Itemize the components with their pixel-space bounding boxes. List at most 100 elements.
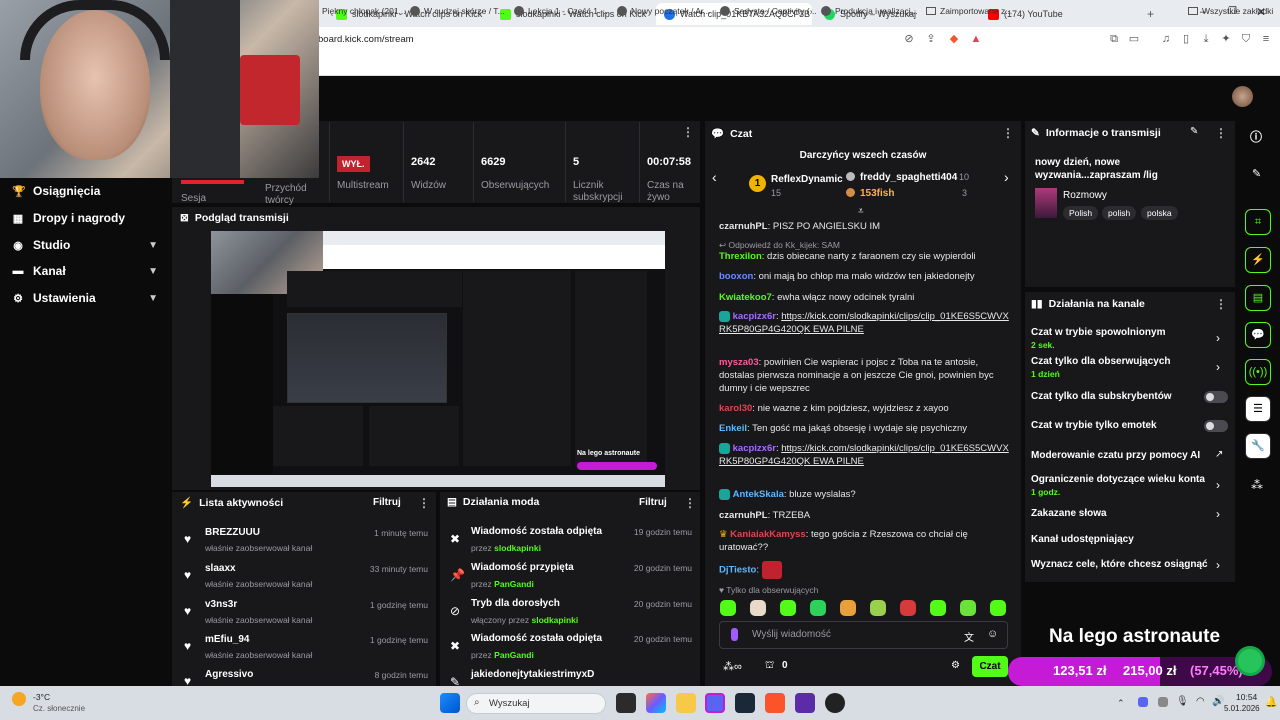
emote-icon[interactable] xyxy=(810,600,826,616)
edit-icon[interactable]: ✎ xyxy=(1190,126,1198,137)
filter-button[interactable]: Filtruj xyxy=(373,497,401,508)
emote-icon[interactable] xyxy=(780,600,796,616)
emote-icon[interactable] xyxy=(750,600,766,616)
obs-icon[interactable] xyxy=(825,693,845,713)
chevron-right-icon[interactable]: › xyxy=(1004,169,1009,185)
share-icon[interactable]: ⇪ xyxy=(925,33,937,45)
subscribers-only-toggle[interactable] xyxy=(1204,391,1228,403)
apps-icon[interactable]: ⁂ xyxy=(1251,478,1263,492)
slow-mode-setting[interactable]: Czat w trybie spowolnionym 2 sek. xyxy=(1031,327,1231,350)
menu-icon[interactable]: ≡ xyxy=(1260,33,1272,45)
category-name[interactable]: Rozmowy xyxy=(1063,190,1107,201)
microphone-icon[interactable]: 🎙 xyxy=(1176,696,1189,707)
notification-icon[interactable]: 🔔 xyxy=(1265,697,1277,708)
discord-icon[interactable] xyxy=(705,693,725,713)
windows-start-icon[interactable] xyxy=(440,693,460,713)
edit-icon[interactable]: ✎ xyxy=(1252,167,1261,180)
emote-icon[interactable] xyxy=(960,600,976,616)
vpn-icon[interactable]: ⛉ xyxy=(1240,33,1252,45)
sidebar-item-settings[interactable]: ⚙ Ustawienia ▼ xyxy=(12,291,162,305)
document-icon[interactable]: ▤ xyxy=(1245,285,1271,311)
clip-icon[interactable]: ⌗ xyxy=(1245,209,1271,235)
banned-words-setting[interactable]: Zakazane słowa xyxy=(1031,508,1231,519)
task-view-icon[interactable] xyxy=(616,693,636,713)
mic-icon[interactable] xyxy=(731,628,738,641)
wifi-icon[interactable]: ◠ xyxy=(1196,696,1205,707)
goals-setting[interactable]: Wyznacz cele, które chcesz osiągnąć xyxy=(1031,559,1231,570)
media-icon[interactable]: ♫ xyxy=(1160,33,1172,45)
bookmark[interactable]: Nowy początek / Ar... xyxy=(617,6,710,16)
chevron-right-icon[interactable]: › xyxy=(1216,507,1220,521)
sharing-channel-setting[interactable]: Kanał udostępniający xyxy=(1031,534,1231,545)
clock-date[interactable]: 5.01.2026 xyxy=(1224,704,1260,713)
emote-icon[interactable] xyxy=(930,600,946,616)
tray-app-icon[interactable] xyxy=(1138,697,1148,707)
translate-icon[interactable]: 文 xyxy=(964,629,974,644)
account-age-setting[interactable]: Ograniczenie dotyczące wieku konta 1 godz… xyxy=(1031,474,1231,497)
more-options-icon[interactable]: ⋮ xyxy=(1002,126,1014,140)
steam-icon[interactable] xyxy=(735,693,755,713)
ai-moderation-setting[interactable]: Moderowanie czatu przy pomocy AI xyxy=(1031,450,1231,461)
pinned-icon[interactable]: ⩡ xyxy=(858,206,864,217)
sidebar-item-drops[interactable]: ▦ Dropy i nagrody xyxy=(12,211,162,225)
tag[interactable]: polish xyxy=(1102,206,1137,220)
taskbar-search[interactable] xyxy=(466,693,606,714)
emote-icon[interactable] xyxy=(870,600,886,616)
emote-icon[interactable] xyxy=(990,600,1006,616)
emote-icon[interactable] xyxy=(840,600,856,616)
extensions-icon[interactable]: ⧉ xyxy=(1108,33,1120,45)
wrench-icon[interactable]: 🔧 xyxy=(1245,433,1271,459)
chevron-right-icon[interactable]: › xyxy=(1216,558,1220,572)
tag[interactable]: polska xyxy=(1141,206,1178,220)
tray-app-icon[interactable] xyxy=(1158,697,1168,707)
gear-icon[interactable]: ⚙ xyxy=(951,660,960,671)
gift-icon[interactable]: ⛫ xyxy=(765,660,774,673)
followers-only-setting[interactable]: Czat tylko dla obserwujących 1 dzień xyxy=(1031,356,1231,379)
bookmark[interactable]: Lekcja 1 - Część 1 -... xyxy=(514,6,610,16)
download-icon[interactable]: ⤓ xyxy=(1200,33,1212,45)
stream-preview[interactable]: Na lego astronaute xyxy=(211,231,665,487)
brave-rewards-icon[interactable]: ▲ xyxy=(970,33,982,45)
info-icon[interactable]: ⓘ xyxy=(1250,128,1262,145)
infinity-icon[interactable]: ⁂∞ xyxy=(723,660,742,673)
mod-tools-icon[interactable]: ☰ xyxy=(1245,396,1271,422)
filter-button[interactable]: Filtruj xyxy=(639,497,667,508)
new-tab-icon[interactable]: + xyxy=(1147,7,1154,21)
tray-chevron-icon[interactable]: ⌃ xyxy=(1117,698,1125,709)
weather-temp[interactable]: -3°C xyxy=(33,692,50,702)
brave-shield-icon[interactable]: ◆ xyxy=(948,33,960,45)
mute-tab-icon[interactable]: ⊘ xyxy=(903,33,915,45)
send-chat-button[interactable]: Czat xyxy=(972,656,1008,677)
all-bookmarks[interactable]: Wszystkie zakładki xyxy=(1188,6,1273,16)
emote-only-toggle[interactable] xyxy=(1204,420,1228,432)
chevron-right-icon[interactable]: › xyxy=(1216,478,1220,492)
chevron-right-icon[interactable]: › xyxy=(1216,360,1220,374)
reading-list-icon[interactable]: ▯ xyxy=(1180,33,1192,45)
sidebar-icon[interactable]: ▭ xyxy=(1128,33,1140,45)
tag[interactable]: Polish xyxy=(1063,206,1099,220)
emote-icon[interactable] xyxy=(720,600,736,616)
chat-bubble-icon[interactable]: 💬 xyxy=(1245,322,1271,348)
broadcast-icon[interactable]: ((•)) xyxy=(1245,359,1271,385)
chevron-right-icon[interactable]: › xyxy=(1216,331,1220,345)
more-options-icon[interactable]: ⋮ xyxy=(684,496,696,510)
sidebar-item-studio[interactable]: ◉ Studio ▼ xyxy=(12,238,162,252)
bookmark[interactable]: Piękny chłopak (201... xyxy=(322,6,406,16)
sidebar-item-channel[interactable]: ▬ Kanał ▼ xyxy=(12,264,162,278)
leo-ai-icon[interactable]: ✦ xyxy=(1220,33,1232,45)
external-link-icon[interactable]: ↗ xyxy=(1215,449,1223,460)
avatar[interactable] xyxy=(1232,86,1253,107)
bookmark[interactable]: Sadysta / Captivity (... xyxy=(720,6,817,16)
bolt-icon[interactable]: ⚡ xyxy=(1245,247,1271,273)
bookmark[interactable]: Produkcja i realizacj... xyxy=(821,6,918,16)
app-icon[interactable] xyxy=(795,693,815,713)
url-input[interactable]: board.kick.com/stream xyxy=(312,30,1102,49)
copilot-icon[interactable] xyxy=(646,693,666,713)
emote-icon[interactable] xyxy=(900,600,916,616)
clock-time[interactable]: 10:54 xyxy=(1236,692,1257,702)
file-explorer-icon[interactable] xyxy=(676,693,696,713)
chevron-left-icon[interactable]: ‹ xyxy=(712,169,717,185)
emoji-icon[interactable]: ☺ xyxy=(987,628,998,640)
more-options-icon[interactable]: ⋮ xyxy=(418,496,430,510)
bookmark-folder[interactable]: Zaimportowane z... xyxy=(926,6,1012,16)
